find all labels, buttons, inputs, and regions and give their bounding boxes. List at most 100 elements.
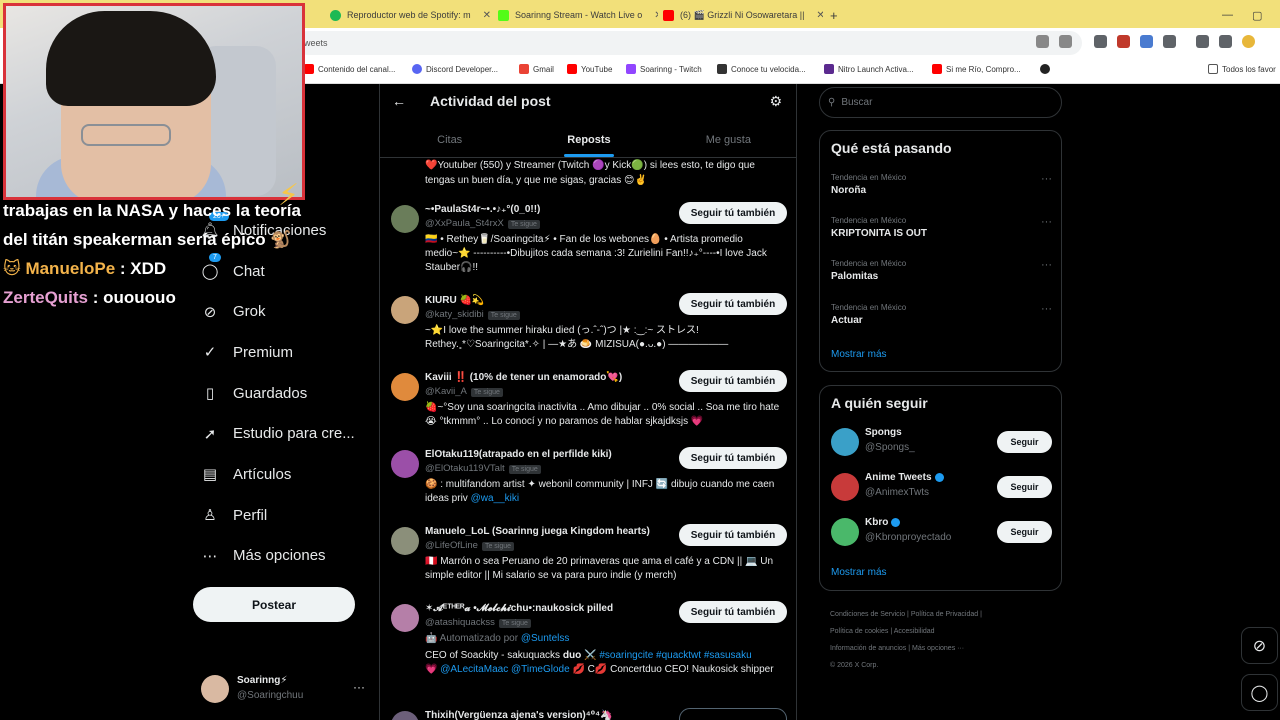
follow-back-button[interactable]: Seguir tú también	[679, 601, 787, 623]
webcam-overlay	[3, 3, 305, 200]
follow-back-button[interactable]: Seguir tú también	[679, 524, 787, 546]
user-bio: 🇵🇪 Marrón o sea Peruano de 20 primaveras…	[425, 556, 774, 581]
tab-citas[interactable]: Citas	[380, 122, 519, 157]
sidebar-item-perfil[interactable]: ♙ Perfil	[193, 495, 373, 536]
close-icon[interactable]: ✕	[483, 10, 490, 21]
extension-icon[interactable]	[1094, 35, 1107, 48]
bookmark-item[interactable]: YouTube	[567, 64, 612, 74]
more-icon[interactable]: ···	[1041, 173, 1052, 185]
filter-icon[interactable]: ⚙︎	[769, 93, 782, 110]
profile-icon[interactable]	[1242, 35, 1255, 48]
bio-mention-link[interactable]: @wa__kiki	[471, 493, 520, 504]
list-item[interactable]: ElOtaku119(atrapado en el perfilde kiki)…	[380, 447, 796, 517]
account-name: Soarinng⚡	[237, 675, 288, 686]
tab-reposts[interactable]: Reposts	[519, 122, 658, 157]
suggested-user[interactable]: Kbro @Kbronproyectado Seguir	[831, 514, 1052, 550]
tab-youtube[interactable]: (6) 🎬 Grizzli Ni Osowaretara || ✕	[655, 4, 823, 26]
follow-button[interactable]: Seguir	[997, 521, 1052, 543]
more-icon[interactable]: ···	[1041, 259, 1052, 271]
back-arrow-icon[interactable]: ←	[392, 93, 406, 109]
bookmark-item[interactable]: Discord Developer...	[412, 64, 498, 74]
follow-button[interactable]: Seguir	[997, 431, 1052, 453]
show-more-link[interactable]: Mostrar más	[831, 349, 887, 360]
list-item[interactable]: Kaviii ‼️ (10% de tener un enamorado💘) @…	[380, 370, 796, 440]
star-icon[interactable]	[1059, 35, 1072, 48]
footer-link[interactable]: Condiciones de Servicio	[830, 611, 905, 618]
extension-icon[interactable]	[1117, 35, 1130, 48]
footer-link[interactable]: Información de anuncios	[830, 645, 906, 652]
address-actions	[1036, 35, 1072, 48]
follow-back-button[interactable]: Seguir tú también	[679, 293, 787, 315]
extension-icon[interactable]	[1140, 35, 1153, 48]
user-handle: @AnimexTwts	[865, 487, 930, 498]
trend-item[interactable]: Tendencia en México Noroña ···	[831, 173, 1052, 196]
sidebar-item-guardados[interactable]: ▯ Guardados	[193, 373, 373, 414]
footer-link[interactable]: Política de Privacidad	[911, 611, 978, 618]
bio-mention-link[interactable]: @ALecitaMaac @TimeGlode	[440, 664, 569, 675]
download-icon[interactable]	[1196, 35, 1209, 48]
suggested-user[interactable]: Anime Tweets @AnimexTwts Seguir	[831, 469, 1052, 505]
list-item[interactable]: Thixih(Vergüenza ajena's version)⁴⁰⁴🦄	[380, 708, 796, 720]
media-icon[interactable]	[1219, 35, 1232, 48]
post-button[interactable]: Postear	[193, 587, 355, 622]
grok-fab-icon[interactable]: ⊘	[1241, 627, 1278, 664]
maximize-icon[interactable]: ▢	[1244, 4, 1270, 26]
user-bio: 🍪 : multifandom artist ✦ webonil communi…	[425, 478, 785, 506]
list-item[interactable]: ✶𝓐ᴱᵀᴴᴱᴿ𝓪 •𝓜𝓮𝓵𝓬𝓱𝓲chu•:naukosick pilled @a…	[380, 601, 796, 701]
more-icon[interactable]: ···	[353, 680, 365, 694]
bookmark-item[interactable]: Nitro Launch Activa...	[824, 64, 914, 74]
messages-fab-icon[interactable]: ◯	[1241, 674, 1278, 711]
bookmark-item[interactable]: Si me Río, Compro...	[932, 64, 1021, 74]
sidebar-item-mas-opciones[interactable]: ⋯ Más opciones	[193, 536, 373, 577]
list-item[interactable]: ~•PaulaSt4r~•.•♪₊°(0_0!!) @XxPaula_St4rx…	[380, 202, 796, 282]
bookmark-item[interactable]: Gmail	[519, 64, 554, 74]
list-item[interactable]: Manuelo_LoL (Soarinng juega Kingdom hear…	[380, 524, 796, 594]
bookmark-item[interactable]: Soarinng - Twitch	[626, 64, 702, 74]
list-item[interactable]: KIURU 🍓💫 @katy_skidibi Te sigue Seguir tú…	[380, 293, 796, 363]
trend-item[interactable]: Tendencia en México KRIPTONITA IS OUT ··…	[831, 216, 1052, 239]
trend-item[interactable]: Tendencia en México Actuar ···	[831, 303, 1052, 326]
footer-link[interactable]: Accesibilidad	[894, 628, 935, 635]
user-name-row: Kbro	[865, 517, 901, 528]
bookmark-item[interactable]: Contenido del canal...	[304, 64, 395, 74]
bio-hashtags[interactable]: #soaringcite #quacktwt #sasusaku	[599, 650, 751, 661]
account-switcher[interactable]: Soarinng⚡ @Soaringchuu ···	[201, 673, 371, 705]
more-icon[interactable]: ···	[1041, 216, 1052, 228]
previous-user-bio: ❤️Youtuber (550) y Streamer (Twitch 🟣y K…	[425, 160, 755, 186]
new-tab-button[interactable]: +	[822, 4, 842, 26]
automated-link[interactable]: @Suntelss	[521, 633, 570, 644]
footer-link[interactable]: Política de cookies	[830, 628, 888, 635]
sidebar-item-label: Perfil	[233, 506, 268, 524]
bookmark-label: Contenido del canal...	[318, 64, 396, 74]
tab-spotify[interactable]: Reproductor web de Spotify: m ✕	[322, 4, 490, 26]
bookmark-folder[interactable]: Todos los favor	[1208, 64, 1276, 74]
sidebar-item-estudio[interactable]: ➚ Estudio para cre...	[193, 413, 373, 454]
address-bar[interactable]: weets	[296, 31, 1082, 55]
search-input[interactable]: ⚲ Buscar	[819, 87, 1062, 118]
bookmark-label: Gmail	[533, 64, 554, 74]
show-more-link[interactable]: Mostrar más	[831, 567, 887, 578]
person-icon: ♙	[203, 507, 217, 525]
follow-back-button[interactable]: Seguir tú también	[679, 447, 787, 469]
article-icon: ▤	[202, 466, 218, 484]
follow-back-button[interactable]	[679, 708, 787, 720]
follow-button[interactable]: Seguir	[997, 476, 1052, 498]
tab-kick[interactable]: Soarinng Stream - Watch Live o ✕	[490, 4, 658, 26]
sidebar-item-articulos[interactable]: ▤ Artículos	[193, 454, 373, 495]
follow-back-button[interactable]: Seguir tú también	[679, 202, 787, 224]
more-icon[interactable]: ···	[1041, 303, 1052, 315]
minimize-icon[interactable]: —	[1214, 4, 1241, 26]
sidebar-item-premium[interactable]: ✓ Premium	[193, 332, 373, 373]
bookmark-item[interactable]	[1040, 64, 1050, 74]
cast-icon[interactable]	[1036, 35, 1049, 48]
tab-me-gusta[interactable]: Me gusta	[659, 122, 796, 157]
bookmark-item[interactable]: Conoce tu velocida...	[717, 64, 806, 74]
bio-text: 💋 C💋 Concertduo CEO! Naukosick shipper	[569, 664, 774, 675]
handle-text: @LifeOfLine	[425, 540, 478, 551]
trend-item[interactable]: Tendencia en México Palomitas ···	[831, 259, 1052, 282]
follow-back-button[interactable]: Seguir tú también	[679, 370, 787, 392]
suggested-user[interactable]: Spongs @Spongs_ Seguir	[831, 424, 1052, 460]
puzzle-icon[interactable]	[1163, 35, 1176, 48]
footer-link[interactable]: Más opciones ···	[912, 645, 964, 652]
avatar	[391, 296, 419, 324]
